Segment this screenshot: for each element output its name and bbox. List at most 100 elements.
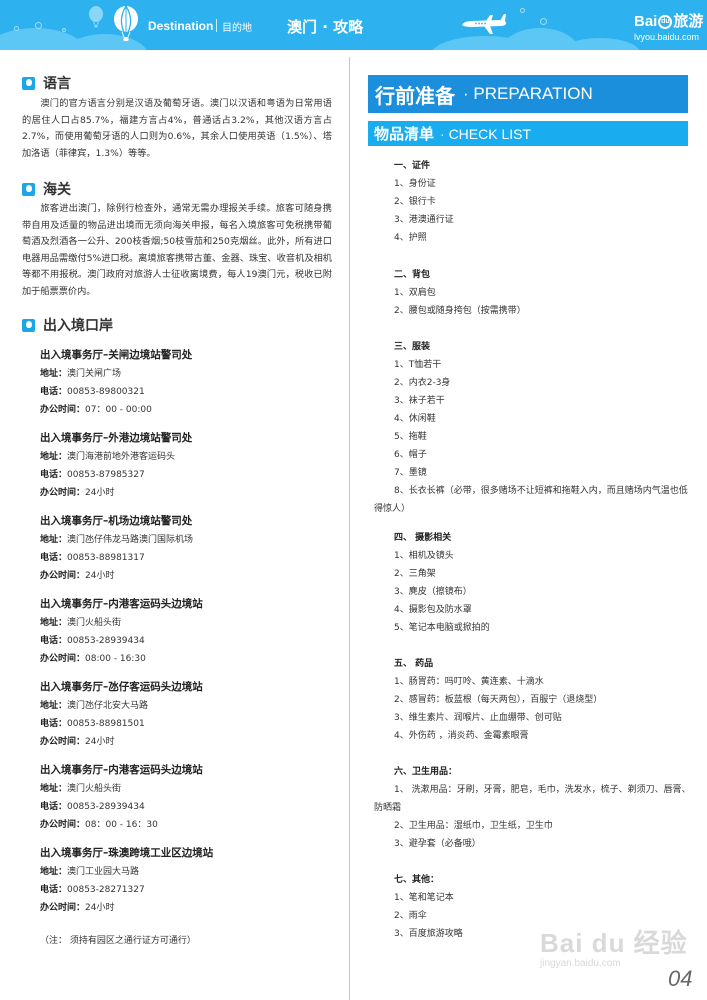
phone-value[interactable]: 00853-87985327 [67,470,145,480]
checklist-item: 4、护照 [394,233,427,243]
checklist-title-cn: 物品清单 [374,125,435,143]
category-title: 六、卫生用品： [394,767,458,777]
bubble-decoration [14,26,19,31]
preparation-title-cn: 行前准备 [375,83,455,108]
port-office: 出入境事务厅–氹仔客运码头边境站 地址：澳门氹仔北安大马路 电话：00853-889… [40,677,340,751]
office-phone: 电话：00853-28939434 [40,632,340,650]
checklist-item: 1、肠胃药：吗叮呤、黄连素、十滴水 [394,677,544,687]
port-office: 出入境事务厅–内港客运码头边境站 地址：澳门火船头街 电话：00853-289394… [40,760,340,834]
category-title: 二、背包 [394,270,431,280]
office-hours: 办公时间：08:00 - 16:30 [40,650,340,668]
customs-paragraph: 旅客进出澳门，除例行检查外，通常无需办理报关手续。旅客可随身携带自用及适量的物品… [22,203,332,297]
hours-value: 08:00 - 16:30 [85,654,146,664]
office-address: 地址：澳门氹仔伟龙马路澳门国际机场 [40,531,340,549]
hours-label: 办公时间： [40,405,86,415]
category-title: 四、 摄影相关 [394,533,452,543]
checklist-item: 3、避孕套（必备哦） [394,839,481,849]
checklist-item: 3、麂皮（擦镜布） [394,587,472,597]
office-address: 地址：澳门氹仔北安大马路 [40,697,340,715]
checklist-category: 五、 药品 1、肠胃药：吗叮呤、黄连素、十滴水 2、感冒药：板蓝根（每天两包），百服… [374,655,692,745]
hours-value: 24小时 [85,571,115,581]
office-hours: 办公时间：24小时 [40,567,340,585]
office-hours: 办公时间：24小时 [40,733,340,751]
hours-value: 24小时 [85,737,115,747]
checklist-item: 5、笔记本电脑或掀拍的 [394,623,490,633]
address-label: 地址： [40,369,68,379]
preparation-title-en: · PREPARATION [463,84,593,103]
office-phone: 电话：00853-89800321 [40,383,340,401]
address-value: 澳门海港前地外港客运码头 [67,452,176,462]
phone-value[interactable]: 00853-88981317 [67,553,145,563]
preparation-banner: 行前准备 · PREPARATION [368,75,688,113]
address-value: 澳门氹仔伟龙马路澳门国际机场 [67,535,194,545]
office-name: 出入境事务厅–珠澳跨境工业区边境站 [40,847,214,859]
column-divider [349,57,350,1000]
checklist-item: 2、内衣2-3身 [394,378,451,388]
hours-label: 办公时间： [40,654,86,664]
phone-value[interactable]: 00853-28271327 [67,885,145,895]
phone-label: 电话： [40,802,68,812]
phone-value[interactable]: 00853-89800321 [67,387,145,397]
hours-value: 24小时 [85,488,115,498]
category-title: 七、其他： [394,875,440,885]
port-office: 出入境事务厅–关闸边境站警司处 地址：澳门关闸广场 电话：00853-8980032… [40,345,340,419]
checklist-item: 1、T恤若干 [394,360,442,370]
checklist-item: 4、外伤药 ，消炎药、金霉素眼膏 [394,731,529,741]
airplane-icon [462,14,506,34]
phone-label: 电话： [40,553,68,563]
page-header: Destination 目的地 澳门 · 攻略 Bai du 旅游 lvyou.ba… [0,0,707,50]
office-hours: 办公时间：24小时 [40,484,340,502]
office-hours: 办公时间：07：00 - 00:00 [40,401,340,419]
section-heading-ports: 出入境口岸 [22,315,113,335]
bubble-decoration [540,18,547,25]
address-label: 地址： [40,618,68,628]
category-title: 五、 药品 [394,659,434,669]
address-value: 澳门火船头街 [67,784,122,794]
checklist-item: 8、长衣长裤（必带，很多赌场不让短裤和拖鞋入内，而且赌场内气温也低得惊人） [374,486,688,514]
checklist-item: 7、墨镜 [394,468,427,478]
office-hours: 办公时间：24小时 [40,899,340,917]
phone-value[interactable]: 00853-88981501 [67,719,145,729]
address-label: 地址： [40,452,68,462]
checklist-item: 5、拖鞋 [394,432,427,442]
bubble-decoration [35,22,42,29]
destination-cn-label: 目的地 [222,23,252,34]
checklist-item: 4、休闲鞋 [394,414,436,424]
section-title: 语言 [43,76,71,92]
logo-url: lvyou.baidu.com [634,32,700,42]
language-paragraph: 澳门的官方语言分别是汉语及葡萄牙语。澳门以汉语和粤语为日常用语的居住人口占85.… [22,98,332,159]
section-heading-language: 语言 [22,73,71,93]
category-title: 三、服装 [394,342,431,352]
category-title: 一、证件 [394,161,431,171]
checklist-item: 1、笔和笔记本 [394,893,454,903]
office-hours: 办公时间：08：00 - 16：30 [40,816,340,834]
ports-note: （注： 须持有园区之通行证方可通行） [40,936,196,946]
office-name: 出入境事务厅–内港客运码头边境站 [40,764,203,776]
section-heading-customs: 海关 [22,179,71,199]
office-phone: 电话：00853-88981501 [40,715,340,733]
checklist-item: 2、银行卡 [394,197,436,207]
office-address: 地址：澳门工业园大马路 [40,863,340,881]
checklist-item: 1、身份证 [394,179,436,189]
checklist-item: 1、 洗漱用品：牙刷，牙膏，肥皂，毛巾，洗发水，梳子、剃须刀、唇膏、防晒霜 [374,785,691,813]
logo-text: Bai du 旅游 [634,13,704,30]
balloon-bullet-icon [22,182,35,196]
checklist-item: 3、港澳通行证 [394,215,454,225]
checklist-item: 6、帽子 [394,450,427,460]
checklist-category: 六、卫生用品： 1、 洗漱用品：牙刷，牙膏，肥皂，毛巾，洗发水，梳子、剃须刀、唇膏… [374,763,692,853]
destination-label: Destination [148,19,214,33]
address-label: 地址： [40,535,68,545]
office-name: 出入境事务厅–外港边境站警司处 [40,432,193,444]
baidu-travel-logo[interactable]: Bai du 旅游 lvyou.baidu.com [634,4,704,48]
baidu-jingyan-watermark: Bai du 经验 jingyan.baidu.com [540,923,688,969]
phone-value[interactable]: 00853-28939434 [67,802,145,812]
phone-value[interactable]: 00853-28939434 [67,636,145,646]
phone-label: 电话： [40,470,68,480]
address-label: 地址： [40,867,68,877]
checklist-item: 2、三角架 [394,569,436,579]
guide-title: 澳门 · 攻略 [287,18,364,36]
address-value: 澳门工业园大马路 [67,867,140,877]
hours-value: 08：00 - 16：30 [85,820,158,830]
office-name: 出入境事务厅–关闸边境站警司处 [40,349,193,361]
checklist-item: 2、腰包或随身挎包（按需携带） [394,306,526,316]
